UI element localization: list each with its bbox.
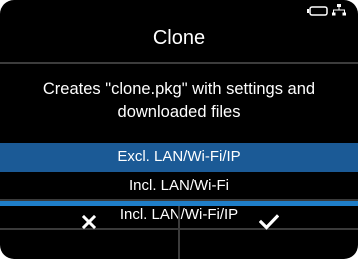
option-excl-lan-wifi-ip[interactable]: Excl. LAN/Wi-Fi/IP [0, 143, 358, 172]
option-incl-lan-wifi[interactable]: Incl. LAN/Wi-Fi [0, 172, 358, 201]
cancel-icon [81, 214, 97, 235]
status-bar [307, 4, 346, 20]
keyboard-icon [307, 3, 329, 21]
description-text: Creates "clone.pkg" with settings and do… [42, 80, 316, 121]
cancel-button[interactable] [0, 206, 178, 259]
confirm-button[interactable] [178, 206, 358, 259]
page-title: Clone [152, 27, 206, 49]
printer-screen: Clone Creates "clone.pkg" with settings … [0, 0, 358, 259]
network-icon [332, 3, 346, 21]
softkey-row [0, 206, 358, 259]
confirm-icon [258, 214, 280, 235]
title-divider [0, 62, 358, 64]
